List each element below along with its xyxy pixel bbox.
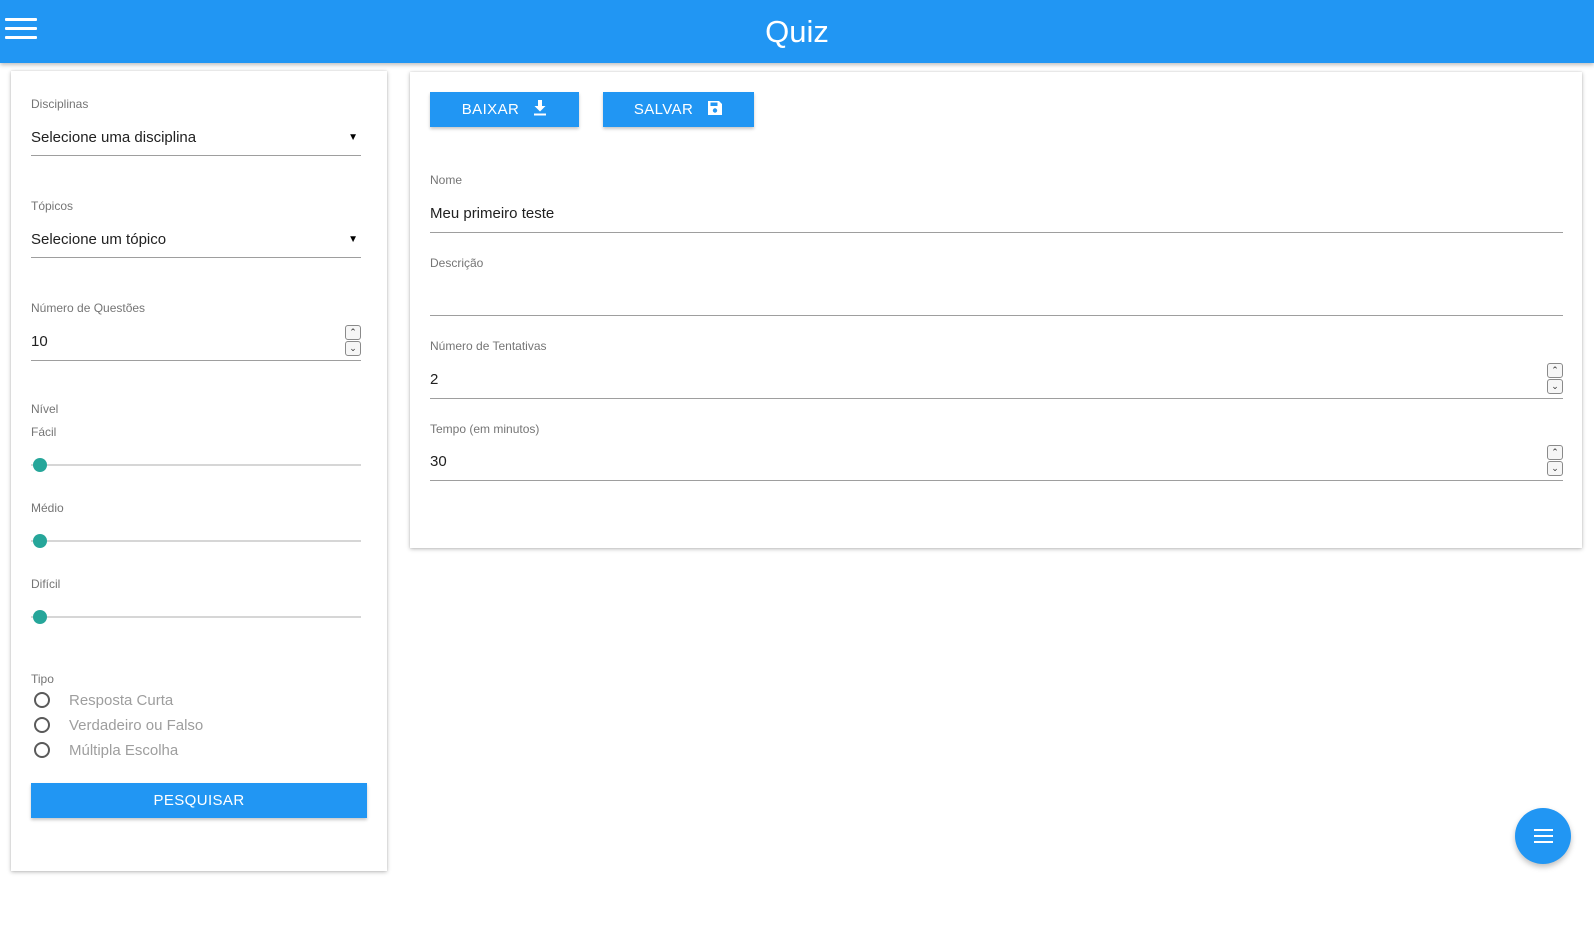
topicos-label: Tópicos xyxy=(31,199,74,213)
slider-track xyxy=(31,464,361,466)
dificil-slider[interactable] xyxy=(31,609,361,625)
descricao-input[interactable] xyxy=(430,278,1563,316)
radio-circle-icon[interactable] xyxy=(34,692,50,708)
dropdown-caret-icon: ▼ xyxy=(348,132,358,143)
facil-label: Fácil xyxy=(31,425,57,439)
slider-thumb[interactable] xyxy=(33,610,47,624)
radio-label: Resposta Curta xyxy=(69,692,174,709)
num-questoes-label: Número de Questões xyxy=(31,301,146,315)
num-questoes-input[interactable]: 10 ⌃ ⌄ xyxy=(31,323,361,361)
facil-slider[interactable] xyxy=(31,457,361,473)
filter-panel: Disciplinas Selecione uma disciplina ▼ T… xyxy=(11,71,387,871)
nome-value: Meu primeiro teste xyxy=(430,205,555,222)
num-questoes-value: 10 xyxy=(31,333,48,350)
tempo-label: Tempo (em minutos) xyxy=(430,422,540,436)
salvar-label: SALVAR xyxy=(633,101,694,118)
salvar-button[interactable]: SALVAR xyxy=(603,92,754,127)
disciplinas-value: Selecione uma disciplina xyxy=(31,129,197,146)
nivel-label: Nível xyxy=(31,402,59,416)
app-bar: Quiz xyxy=(0,0,1594,63)
radio-label: Verdadeiro ou Falso xyxy=(69,717,204,734)
nome-input[interactable]: Meu primeiro teste xyxy=(430,195,1563,233)
topicos-select[interactable]: Selecione um tópico ▼ xyxy=(31,224,361,258)
chevron-down-icon[interactable]: ⌄ xyxy=(345,341,361,356)
chevron-up-icon[interactable]: ⌃ xyxy=(345,325,361,340)
radio-circle-icon[interactable] xyxy=(34,742,50,758)
slider-thumb[interactable] xyxy=(33,458,47,472)
list-icon xyxy=(1534,829,1553,847)
tempo-spinner[interactable]: ⌃ ⌄ xyxy=(1547,445,1563,476)
tentativas-input[interactable]: 2 ⌃ ⌄ xyxy=(430,361,1563,399)
chevron-up-icon[interactable]: ⌃ xyxy=(1547,445,1563,460)
dropdown-caret-icon: ▼ xyxy=(348,234,358,245)
download-icon xyxy=(533,99,547,120)
save-icon xyxy=(707,100,723,120)
tipo-label: Tipo xyxy=(31,672,54,686)
chevron-up-icon[interactable]: ⌃ xyxy=(1547,363,1563,378)
chevron-down-icon[interactable]: ⌄ xyxy=(1547,461,1563,476)
tempo-value: 30 xyxy=(430,453,447,470)
slider-track xyxy=(31,540,361,542)
app-title: Quiz xyxy=(765,14,829,49)
disciplinas-label: Disciplinas xyxy=(31,97,89,111)
list-fab-button[interactable] xyxy=(1515,808,1571,864)
slider-thumb[interactable] xyxy=(33,534,47,548)
tentativas-label: Número de Tentativas xyxy=(430,339,547,353)
radio-circle-icon[interactable] xyxy=(34,717,50,733)
dificil-label: Difícil xyxy=(31,577,61,591)
tentativas-spinner[interactable]: ⌃ ⌄ xyxy=(1547,363,1563,394)
num-questoes-spinner[interactable]: ⌃ ⌄ xyxy=(345,325,361,356)
descricao-label: Descrição xyxy=(430,256,484,270)
topicos-value: Selecione um tópico xyxy=(31,231,167,248)
disciplinas-select[interactable]: Selecione uma disciplina ▼ xyxy=(31,122,361,156)
medio-slider[interactable] xyxy=(31,533,361,549)
slider-track xyxy=(31,616,361,618)
quiz-form-panel: BAIXAR SALVAR Nome Meu primeiro teste De… xyxy=(410,72,1582,548)
medio-label: Médio xyxy=(31,501,64,515)
chevron-down-icon[interactable]: ⌄ xyxy=(1547,379,1563,394)
pesquisar-button[interactable]: PESQUISAR xyxy=(31,783,367,818)
tentativas-value: 2 xyxy=(430,371,439,388)
nome-label: Nome xyxy=(430,173,463,187)
tempo-input[interactable]: 30 ⌃ ⌄ xyxy=(430,443,1563,481)
radio-label: Múltipla Escolha xyxy=(69,742,179,759)
baixar-label: BAIXAR xyxy=(461,101,520,118)
baixar-button[interactable]: BAIXAR xyxy=(430,92,579,127)
